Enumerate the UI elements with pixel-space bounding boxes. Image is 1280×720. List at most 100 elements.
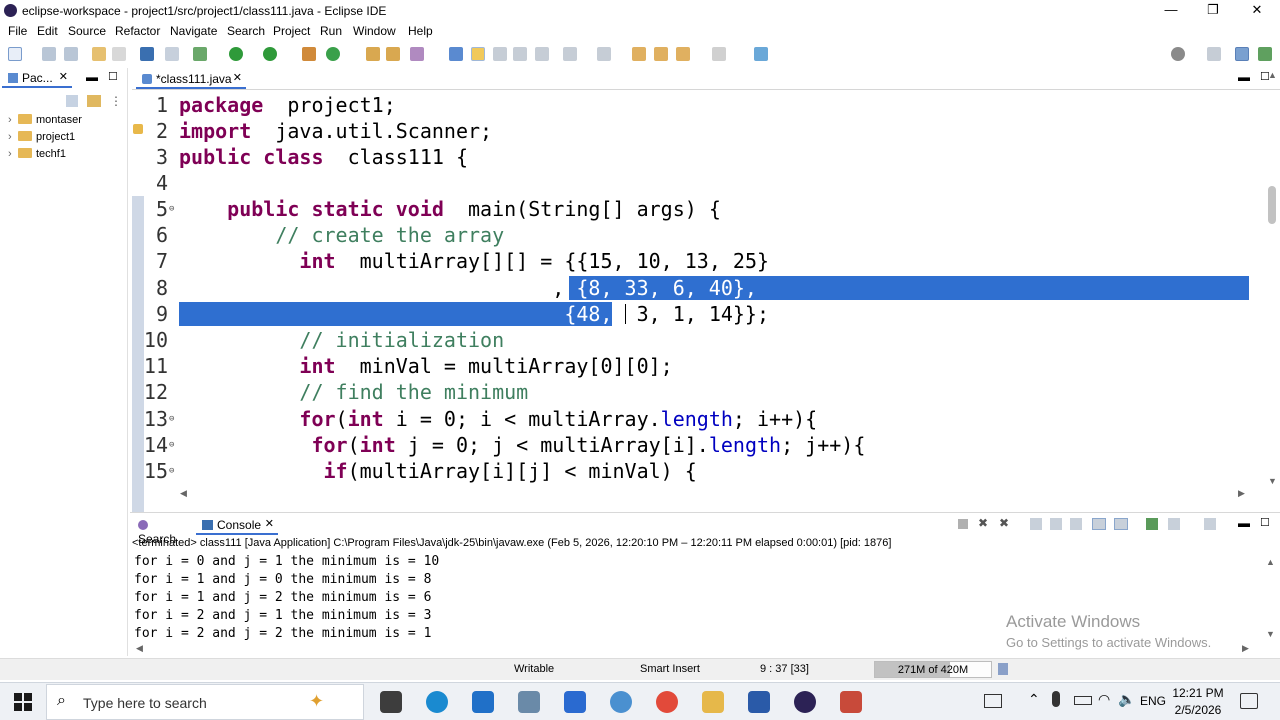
save-all-icon[interactable]: [64, 47, 78, 61]
volume-icon[interactable]: 🔈: [1118, 691, 1135, 708]
console-line[interactable]: for i = 1 and j = 0 the minimum is = 8: [134, 571, 431, 589]
fold-toggle-icon[interactable]: ⊖: [169, 458, 174, 484]
menu-search[interactable]: Search: [227, 24, 265, 38]
clock-date[interactable]: 2/5/2026: [1172, 703, 1224, 717]
scroll-down-arrow-icon[interactable]: ▼: [1266, 629, 1275, 639]
code-line[interactable]: 2 import java.util.Scanner;: [132, 118, 1250, 144]
save-icon[interactable]: [42, 47, 56, 61]
code-text[interactable]: if(multiArray[i][j] < minVal) {: [179, 458, 697, 484]
code-text[interactable]: // find the minimum: [179, 379, 528, 405]
code-text[interactable]: , {8, 33, 6, 40},: [179, 275, 757, 301]
forward-edit-icon[interactable]: [654, 47, 668, 61]
new-console-icon[interactable]: [1204, 518, 1216, 530]
terminate-icon[interactable]: [958, 519, 968, 529]
scroll-right-arrow-icon[interactable]: ▶: [1242, 643, 1249, 654]
tree-item-project1[interactable]: › project1: [8, 129, 75, 145]
pin-editor-icon[interactable]: [754, 47, 768, 61]
console-line[interactable]: for i = 2 and j = 2 the minimum is = 1: [134, 625, 431, 643]
code-text[interactable]: import java.util.Scanner;: [179, 118, 492, 144]
fold-toggle-icon[interactable]: ⊖: [169, 432, 174, 458]
tab-search[interactable]: Search: [132, 515, 194, 546]
close-icon[interactable]: ✕: [265, 517, 274, 530]
debug-icon[interactable]: [193, 47, 207, 61]
editor-horizontal-scrollbar[interactable]: ◀ ▶: [176, 488, 1248, 504]
scroll-left-arrow-icon[interactable]: ◀: [180, 488, 187, 499]
code-text[interactable]: for(int j = 0; j < multiArray[i].length;…: [179, 432, 865, 458]
collapse-all-icon[interactable]: [66, 95, 78, 107]
taskbar-search-box[interactable]: ⌕ Type here to search ✦: [46, 684, 364, 720]
tab-class111-java[interactable]: *class111.java ✕: [136, 69, 246, 89]
insert-mode-status[interactable]: Smart Insert: [640, 663, 700, 675]
edge-icon[interactable]: [426, 691, 448, 713]
scroll-up-arrow-icon[interactable]: ▲: [1268, 70, 1277, 80]
windows-start-icon[interactable]: [14, 693, 32, 711]
minimize-view-icon[interactable]: ▬: [1238, 516, 1250, 530]
menu-file[interactable]: File: [8, 24, 27, 38]
code-line[interactable]: 4: [132, 170, 1250, 196]
microphone-icon[interactable]: [1052, 691, 1060, 707]
action-center-keyboard-icon[interactable]: [984, 694, 1002, 708]
code-line[interactable]: 10 // initialization: [132, 327, 1250, 353]
notifications-icon[interactable]: [1240, 693, 1258, 709]
menu-project[interactable]: Project: [273, 24, 310, 38]
scroll-right-arrow-icon[interactable]: ▶: [1238, 488, 1245, 499]
menu-refactor[interactable]: Refactor: [115, 24, 160, 38]
pilcrow-icon[interactable]: [535, 47, 549, 61]
scroll-up-arrow-icon[interactable]: ▲: [1266, 557, 1275, 567]
remove-all-icon[interactable]: ✖: [999, 516, 1009, 530]
eclipse-taskbar-icon[interactable]: [794, 691, 816, 713]
search-icon[interactable]: [1171, 47, 1185, 61]
undo-icon[interactable]: [92, 47, 106, 61]
app-icon[interactable]: [518, 691, 540, 713]
console-line[interactable]: for i = 1 and j = 2 the minimum is = 6: [134, 589, 431, 607]
tab-package-explorer[interactable]: Pac... ✕: [2, 68, 72, 88]
new-icon[interactable]: [8, 47, 22, 61]
maximize-view-icon[interactable]: ☐: [1260, 516, 1270, 529]
pin-console-icon[interactable]: [1146, 518, 1158, 530]
redo-icon[interactable]: [112, 47, 126, 61]
wifi-icon[interactable]: ◠: [1098, 691, 1110, 708]
remove-launch-icon[interactable]: ✖: [978, 516, 988, 530]
menu-source[interactable]: Source: [68, 24, 106, 38]
annotation-icon[interactable]: [449, 47, 463, 61]
terminal-icon[interactable]: [140, 47, 154, 61]
outlook-icon[interactable]: [472, 691, 494, 713]
console-line[interactable]: for i = 2 and j = 1 the minimum is = 3: [134, 607, 431, 625]
garbage-collect-icon[interactable]: [998, 663, 1008, 675]
last-edit-icon[interactable]: [632, 47, 646, 61]
code-line[interactable]: 15 ⊖ if(multiArray[i][j] < minVal) {: [132, 458, 1250, 484]
fold-toggle-icon[interactable]: ⊖: [169, 406, 174, 432]
code-text[interactable]: int multiArray[][] = {{15, 10, 13, 25}: [179, 248, 769, 274]
open-task-icon[interactable]: [386, 47, 400, 61]
menu-edit[interactable]: Edit: [37, 24, 58, 38]
show-on-output-icon[interactable]: [1092, 518, 1106, 530]
menu-navigate[interactable]: Navigate: [170, 24, 217, 38]
console-line[interactable]: for i = 0 and j = 1 the minimum is = 10: [134, 553, 439, 571]
code-text[interactable]: {48, 3, 1, 14}};: [179, 301, 769, 327]
chevron-right-icon[interactable]: ›: [8, 129, 18, 145]
forward-icon[interactable]: [712, 47, 726, 61]
menu-window[interactable]: Window: [353, 24, 396, 38]
powerpoint-icon[interactable]: [840, 691, 862, 713]
code-line[interactable]: 8 , {8, 33, 6, 40},: [132, 275, 1250, 301]
highlight-icon[interactable]: [471, 47, 485, 61]
scroll-thumb[interactable]: [1268, 186, 1276, 224]
code-line[interactable]: 9 {48, 3, 1, 14}};: [132, 301, 1250, 327]
tree-item-techf1[interactable]: › techf1: [8, 146, 66, 162]
new-class-icon[interactable]: [326, 47, 340, 61]
code-line[interactable]: 3 public class class111 {: [132, 144, 1250, 170]
debug-perspective-icon[interactable]: [1258, 47, 1272, 61]
search-tool-icon[interactable]: [410, 47, 424, 61]
close-window-button[interactable]: ✕: [1234, 0, 1280, 22]
close-icon[interactable]: ✕: [233, 71, 242, 84]
open-type-icon[interactable]: [366, 47, 380, 61]
file-explorer-icon[interactable]: [702, 691, 724, 713]
block-selection-icon[interactable]: [493, 47, 507, 61]
close-icon[interactable]: ✕: [59, 70, 68, 83]
code-line[interactable]: 11 int minVal = multiArray[0][0];: [132, 353, 1250, 379]
view-menu-icon[interactable]: ⋮: [110, 94, 122, 108]
code-text[interactable]: public static void main(String[] args) {: [179, 196, 721, 222]
code-line[interactable]: 7 int multiArray[][] = {{15, 10, 13, 25}: [132, 248, 1250, 274]
code-text[interactable]: int minVal = multiArray[0][0];: [179, 353, 672, 379]
link-editor-icon[interactable]: [87, 95, 101, 107]
